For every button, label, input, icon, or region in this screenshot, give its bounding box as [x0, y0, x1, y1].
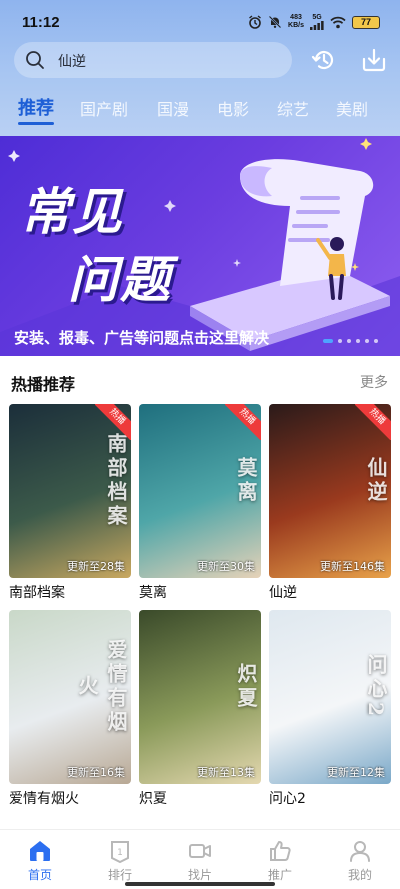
search-row: 仙逆	[14, 42, 390, 78]
poster-artwork-title: 南部档案	[104, 433, 128, 529]
battery-indicator: 77	[352, 15, 380, 29]
hot-badge: 热播	[95, 404, 131, 440]
episode-update: 更新至30集	[197, 560, 255, 573]
signal-bars-icon	[310, 21, 324, 30]
poster-artwork-title: 炽夏	[234, 663, 258, 711]
network-speed-unit: KB/s	[288, 22, 304, 29]
episode-update: 更新至16集	[67, 766, 125, 779]
hot-badge-label: 热播	[95, 404, 131, 440]
nav-label: 首页	[27, 868, 52, 882]
status-bar: 11:12 483 KB/s 5G 77	[0, 0, 400, 40]
hot-badge-label: 热播	[355, 404, 391, 440]
tab-us-drama[interactable]: 美剧	[336, 96, 368, 120]
poster-artwork-title: 莫离	[234, 457, 258, 505]
nav-label: 找片	[187, 868, 212, 882]
show-poster: 炽夏 更新至13集	[139, 610, 261, 784]
show-title: 爱情有烟火	[9, 791, 79, 807]
show-card[interactable]: 炽夏 更新至13集 炽夏	[139, 610, 261, 808]
signal-type: 5G	[312, 14, 322, 21]
hot-section-header: 热播推荐 更多	[0, 366, 400, 396]
home-icon	[30, 841, 50, 861]
tab-domestic-drama[interactable]: 国产剧	[80, 96, 128, 120]
nav-label: 排行	[107, 868, 132, 882]
network-speed: 483 KB/s	[288, 14, 304, 30]
show-card[interactable]: 问心2 更新至12集 问心2	[269, 610, 391, 808]
svg-text:1: 1	[117, 848, 123, 858]
pagination-dot	[356, 339, 360, 343]
nav-home[interactable]: 首页	[10, 838, 70, 883]
more-link[interactable]: 更多	[360, 372, 388, 392]
episode-update: 更新至146集	[320, 560, 385, 573]
pagination-dot	[338, 339, 342, 343]
profile-icon	[350, 841, 370, 862]
search-input[interactable]: 仙逆	[14, 42, 292, 78]
show-card[interactable]: 莫离 更新至30集 热播 莫离	[139, 404, 261, 602]
hot-badge-label: 热播	[225, 404, 261, 440]
show-card[interactable]: 仙逆 更新至146集 热播 仙逆	[269, 404, 391, 602]
poster-artwork-title: 问心2	[364, 654, 388, 720]
header-background: 11:12 483 KB/s 5G 77 仙逆 推荐 国产剧 国漫 电影 综艺 …	[0, 0, 400, 136]
tab-variety[interactable]: 综艺	[277, 96, 309, 120]
banner-pagination	[323, 339, 378, 343]
pagination-dot	[347, 339, 351, 343]
wifi-icon	[330, 16, 346, 28]
status-icons: 483 KB/s 5G 77	[248, 14, 380, 30]
show-poster: 南部档案 更新至28集 热播	[9, 404, 131, 578]
search-query-text: 仙逆	[58, 54, 86, 70]
banner-caption: 安装、报毒、广告等问题点击这里解决	[14, 329, 270, 347]
show-card[interactable]: 爱情有烟火 更新至16集 爱情有烟火	[9, 610, 131, 808]
nav-label: 我的	[347, 868, 372, 882]
nav-promote[interactable]: 推广	[250, 838, 310, 883]
pagination-dot	[365, 339, 369, 343]
banner-illustration	[0, 138, 400, 356]
faq-banner[interactable]: 常见 问题 安装、报毒、广告等问题点击这里解决	[0, 136, 400, 356]
pagination-dot	[323, 339, 333, 343]
tab-indicator	[18, 122, 54, 125]
episode-update: 更新至12集	[327, 766, 385, 779]
tab-recommend[interactable]: 推荐	[18, 94, 54, 120]
poster-artwork-title: 仙逆	[364, 457, 388, 505]
show-title: 南部档案	[9, 585, 65, 601]
network-speed-value: 483	[290, 14, 302, 21]
cellular-signal: 5G	[310, 14, 324, 30]
show-poster: 问心2 更新至12集	[269, 610, 391, 784]
poster-artwork-title: 爱情有烟火	[75, 639, 128, 735]
show-title: 问心2	[269, 791, 306, 807]
hot-badge: 热播	[225, 404, 261, 440]
section-title: 热播推荐	[11, 375, 76, 394]
show-title: 炽夏	[139, 791, 167, 807]
nav-label: 推广	[267, 868, 292, 882]
thumbs-up-icon	[270, 841, 291, 861]
nav-find-videos[interactable]: 找片	[170, 838, 230, 883]
category-tabs: 推荐 国产剧 国漫 电影 综艺 美剧	[0, 92, 400, 132]
banner-title-line1: 常见	[20, 183, 124, 241]
ranking-icon: 1	[111, 841, 129, 864]
mute-bell-icon	[268, 15, 282, 29]
video-camera-icon	[189, 844, 211, 858]
show-poster: 爱情有烟火 更新至16集	[9, 610, 131, 784]
alarm-icon	[249, 15, 261, 29]
banner-title-line2: 问题	[68, 251, 172, 309]
download-icon[interactable]	[360, 46, 388, 74]
show-title: 仙逆	[269, 585, 297, 601]
nav-profile[interactable]: 我的	[330, 838, 390, 883]
search-icon	[26, 51, 44, 69]
nav-ranking[interactable]: 1 排行	[90, 838, 150, 883]
show-poster: 仙逆 更新至146集 热播	[269, 404, 391, 578]
episode-update: 更新至13集	[197, 766, 255, 779]
history-icon[interactable]	[310, 46, 338, 74]
episode-update: 更新至28集	[67, 560, 125, 573]
hot-badge: 热播	[355, 404, 391, 440]
home-indicator	[125, 882, 275, 886]
tab-domestic-anime[interactable]: 国漫	[157, 96, 189, 120]
show-poster: 莫离 更新至30集 热播	[139, 404, 261, 578]
bottom-navigation: 首页 1 排行 找片 推广 我的	[0, 829, 400, 889]
show-card[interactable]: 南部档案 更新至28集 热播 南部档案	[9, 404, 131, 602]
tab-movies[interactable]: 电影	[217, 96, 249, 120]
status-time: 11:12	[22, 14, 60, 31]
pagination-dot	[374, 339, 378, 343]
show-title: 莫离	[139, 585, 167, 601]
